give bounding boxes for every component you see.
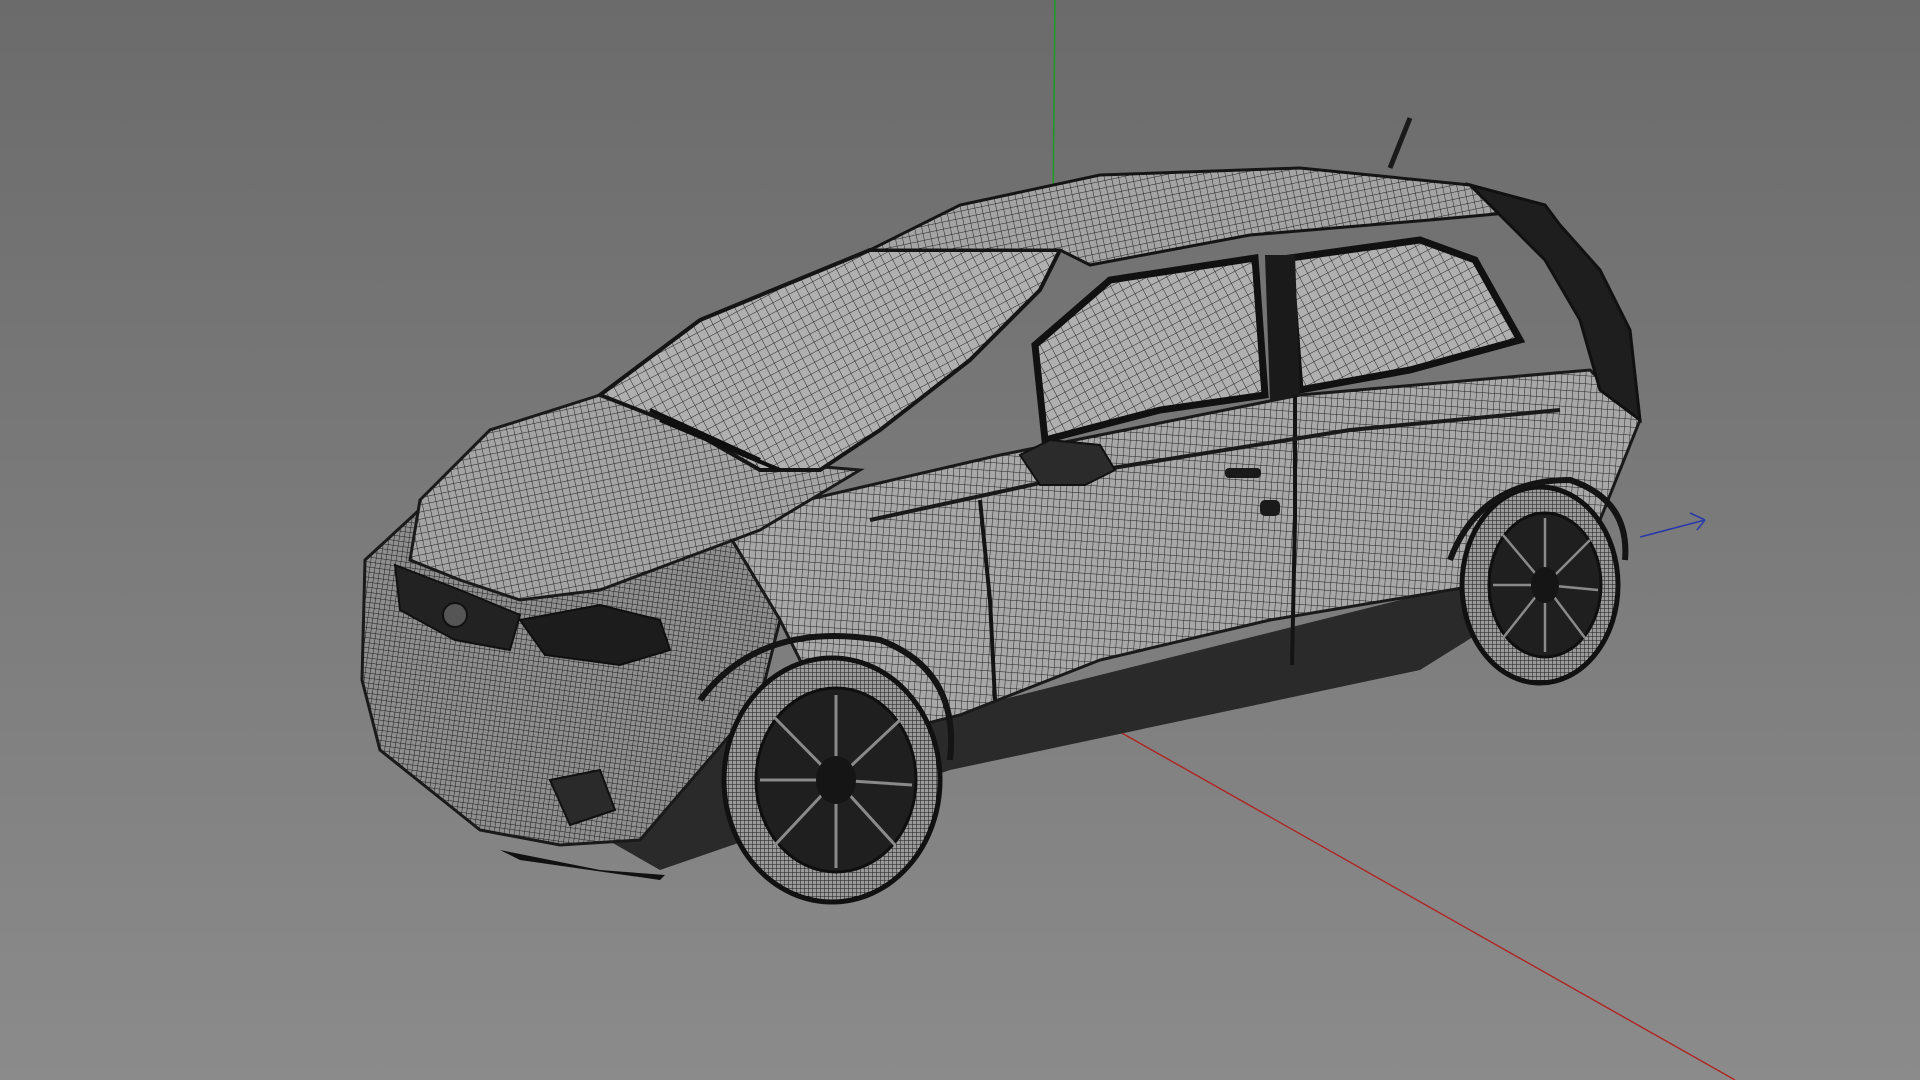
car-badge (442, 602, 468, 628)
front-wheel (721, 655, 943, 905)
y-axis-line (1052, 0, 1056, 213)
car-b-pillar (1265, 255, 1300, 400)
car-wireframe-model[interactable] (360, 117, 1642, 905)
3d-viewport[interactable] (0, 0, 1920, 1080)
car-roof-antenna (1387, 117, 1413, 169)
car-door-handle-rear (1260, 500, 1280, 516)
z-axis-arrow (1639, 512, 1706, 538)
front-hub (816, 756, 856, 804)
car-rear-side-window (1286, 236, 1526, 395)
rear-hub (1531, 567, 1559, 603)
car-door-handle-front (1225, 468, 1261, 478)
x-axis-line (1119, 731, 1736, 1080)
rear-wheel (1459, 484, 1621, 686)
scene-canvas[interactable] (0, 0, 1920, 1080)
